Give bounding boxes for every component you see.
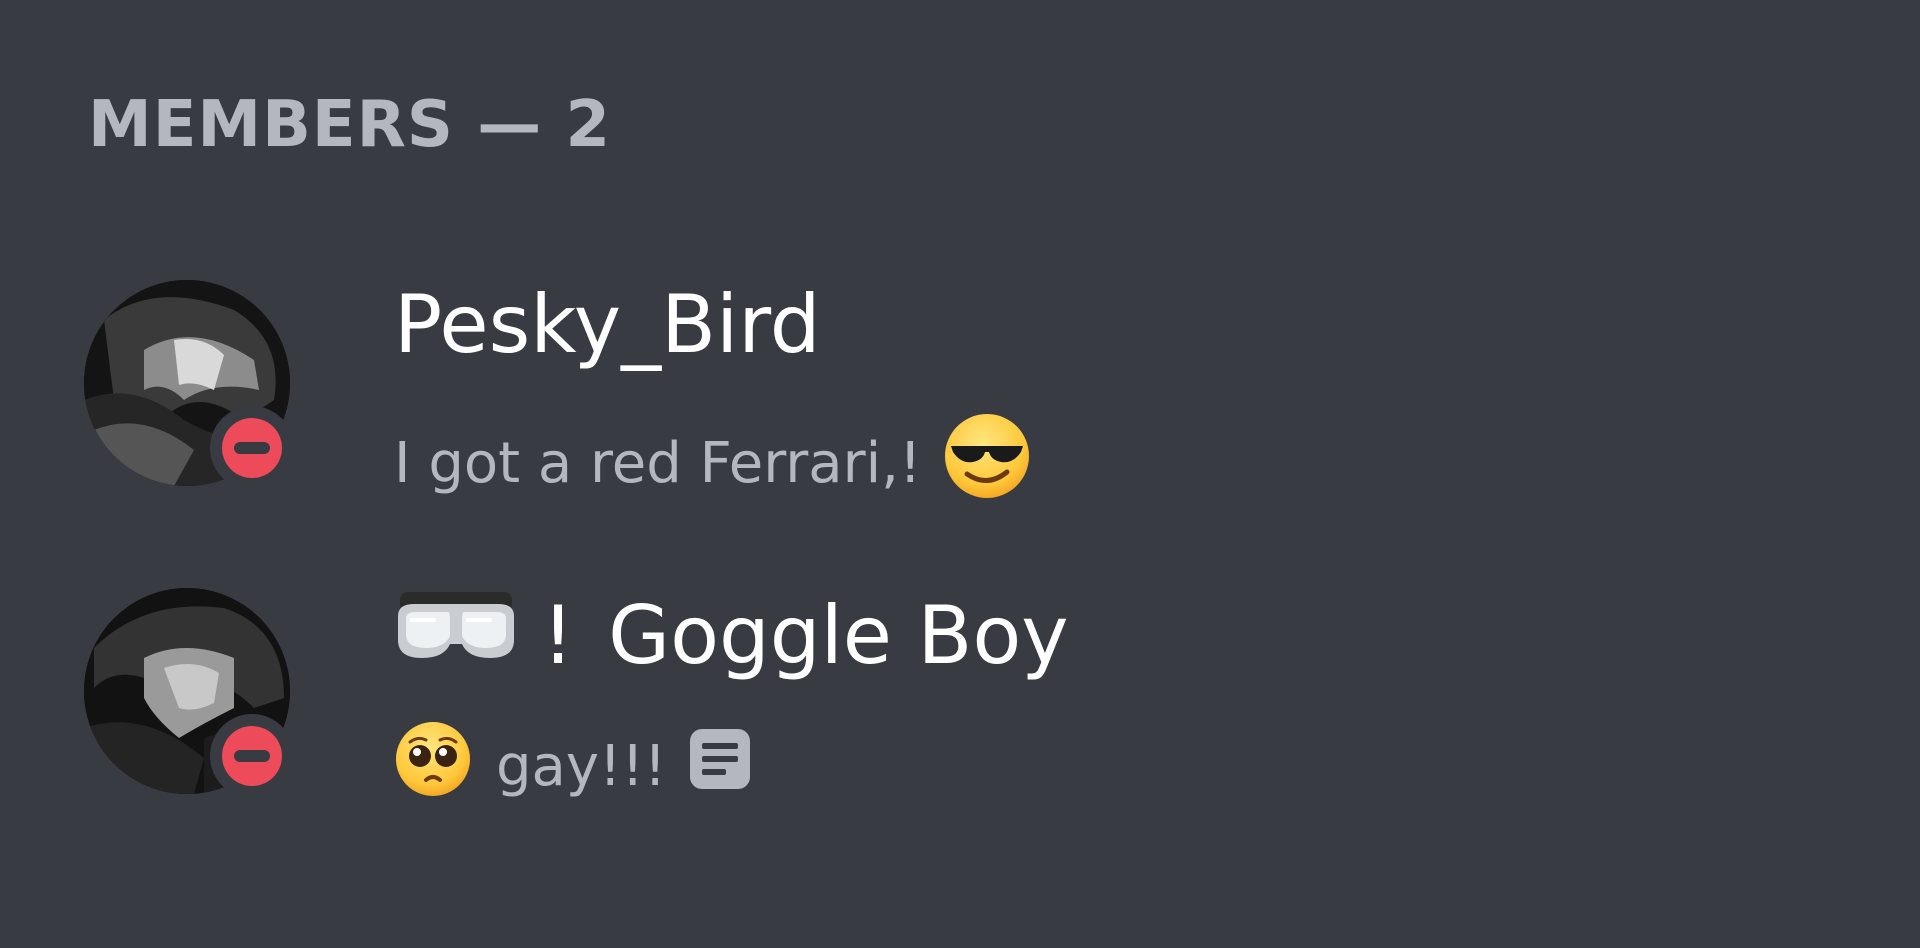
smiling-face-with-sunglasses-icon [943, 412, 1031, 514]
members-header: MEMBERS — 2 [88, 88, 612, 162]
custom-status-text: gay!!! [496, 733, 667, 799]
custom-status-text: I got a red Ferrari,! [394, 430, 922, 496]
member-name-prefix: ! [542, 589, 575, 682]
member-name-text: Goggle Boy [608, 589, 1069, 682]
avatar[interactable] [84, 588, 294, 798]
member-name[interactable]: Pesky_Bird [394, 278, 820, 371]
goggles-icon [394, 586, 518, 685]
member-item-pesky-bird[interactable]: Pesky_Bird I got a red Ferrari,! [84, 278, 1184, 498]
custom-status: I got a red Ferrari,! [394, 412, 1031, 514]
do-not-disturb-icon [222, 726, 282, 786]
status-dnd-indicator [210, 406, 294, 490]
status-dnd-indicator [210, 714, 294, 798]
notes-icon [688, 727, 752, 805]
member-name-text: Pesky_Bird [394, 278, 821, 371]
member-list-panel: MEMBERS — 2 Pesky_Bird I got a red Ferra… [0, 0, 1920, 948]
member-name[interactable]: ! Goggle Boy [394, 586, 1069, 685]
avatar[interactable] [84, 280, 294, 490]
custom-status: gay!!! [394, 720, 752, 812]
do-not-disturb-icon [222, 418, 282, 478]
member-item-goggle-boy[interactable]: ! Goggle Boy gay!!! [84, 586, 1184, 799]
pleading-face-icon [394, 720, 472, 812]
